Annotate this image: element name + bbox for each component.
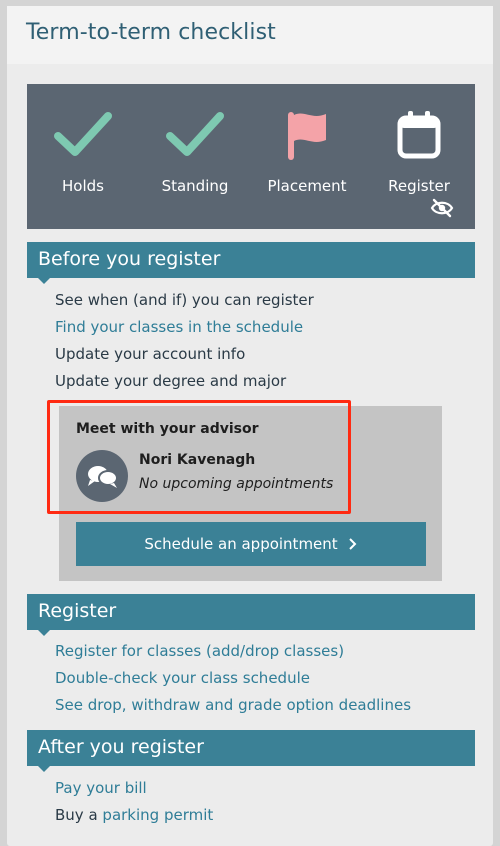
- section-before-register: Before you register: [27, 242, 475, 284]
- page-header: Term-to-term checklist: [7, 6, 493, 64]
- link-pay-bill[interactable]: Pay your bill: [55, 779, 147, 797]
- status-standing[interactable]: Standing: [139, 84, 251, 229]
- chat-bubbles-icon: [88, 466, 118, 488]
- calendar-icon: [363, 108, 475, 164]
- section-register: Register: [27, 594, 475, 636]
- checkmark-icon: [139, 108, 251, 164]
- status-label-placement: Placement: [267, 177, 347, 195]
- section-title-after: After you register: [38, 736, 204, 758]
- advisor-card: Meet with your advisor Nori Kavenagh No …: [59, 406, 442, 581]
- eye-off-icon[interactable]: [430, 198, 454, 218]
- status-holds[interactable]: Holds: [27, 84, 139, 229]
- link-parking-permit[interactable]: parking permit: [102, 806, 213, 824]
- status-register[interactable]: Register: [363, 84, 475, 229]
- link-update-degree[interactable]: Update your degree and major: [55, 372, 286, 390]
- status-label-register: Register: [388, 177, 450, 195]
- link-deadlines[interactable]: See drop, withdraw and grade option dead…: [55, 696, 411, 714]
- page-title: Term-to-term checklist: [26, 20, 276, 45]
- flag-icon: [251, 108, 363, 164]
- schedule-appointment-button[interactable]: Schedule an appointment: [76, 522, 426, 566]
- chevron-right-icon: [348, 538, 357, 550]
- schedule-appointment-label: Schedule an appointment: [144, 535, 338, 553]
- avatar: [76, 450, 128, 502]
- section-title-before: Before you register: [38, 248, 221, 270]
- parking-prefix: Buy a: [55, 806, 98, 824]
- checklist-frame: Term-to-term checklist Holds Standing Pl…: [7, 6, 493, 846]
- status-placement[interactable]: Placement: [251, 84, 363, 229]
- link-register-classes[interactable]: Register for classes (add/drop classes): [55, 642, 344, 660]
- status-panel: Holds Standing Placement Register: [27, 84, 475, 229]
- checkmark-icon: [27, 108, 139, 164]
- section-after-register: After you register: [27, 730, 475, 772]
- status-label-holds: Holds: [62, 177, 104, 195]
- link-see-when-register[interactable]: See when (and if) you can register: [55, 291, 314, 309]
- status-label-standing: Standing: [161, 177, 229, 195]
- link-find-classes[interactable]: Find your classes in the schedule: [55, 318, 303, 336]
- advisor-name: Nori Kavenagh: [139, 452, 256, 468]
- section-title-register: Register: [38, 600, 117, 622]
- link-double-check-schedule[interactable]: Double-check your class schedule: [55, 669, 310, 687]
- advisor-heading: Meet with your advisor: [76, 421, 259, 437]
- parking-row: Buy a parking permit: [55, 806, 213, 824]
- advisor-appointment-status: No upcoming appointments: [139, 476, 334, 492]
- link-update-account[interactable]: Update your account info: [55, 345, 245, 363]
